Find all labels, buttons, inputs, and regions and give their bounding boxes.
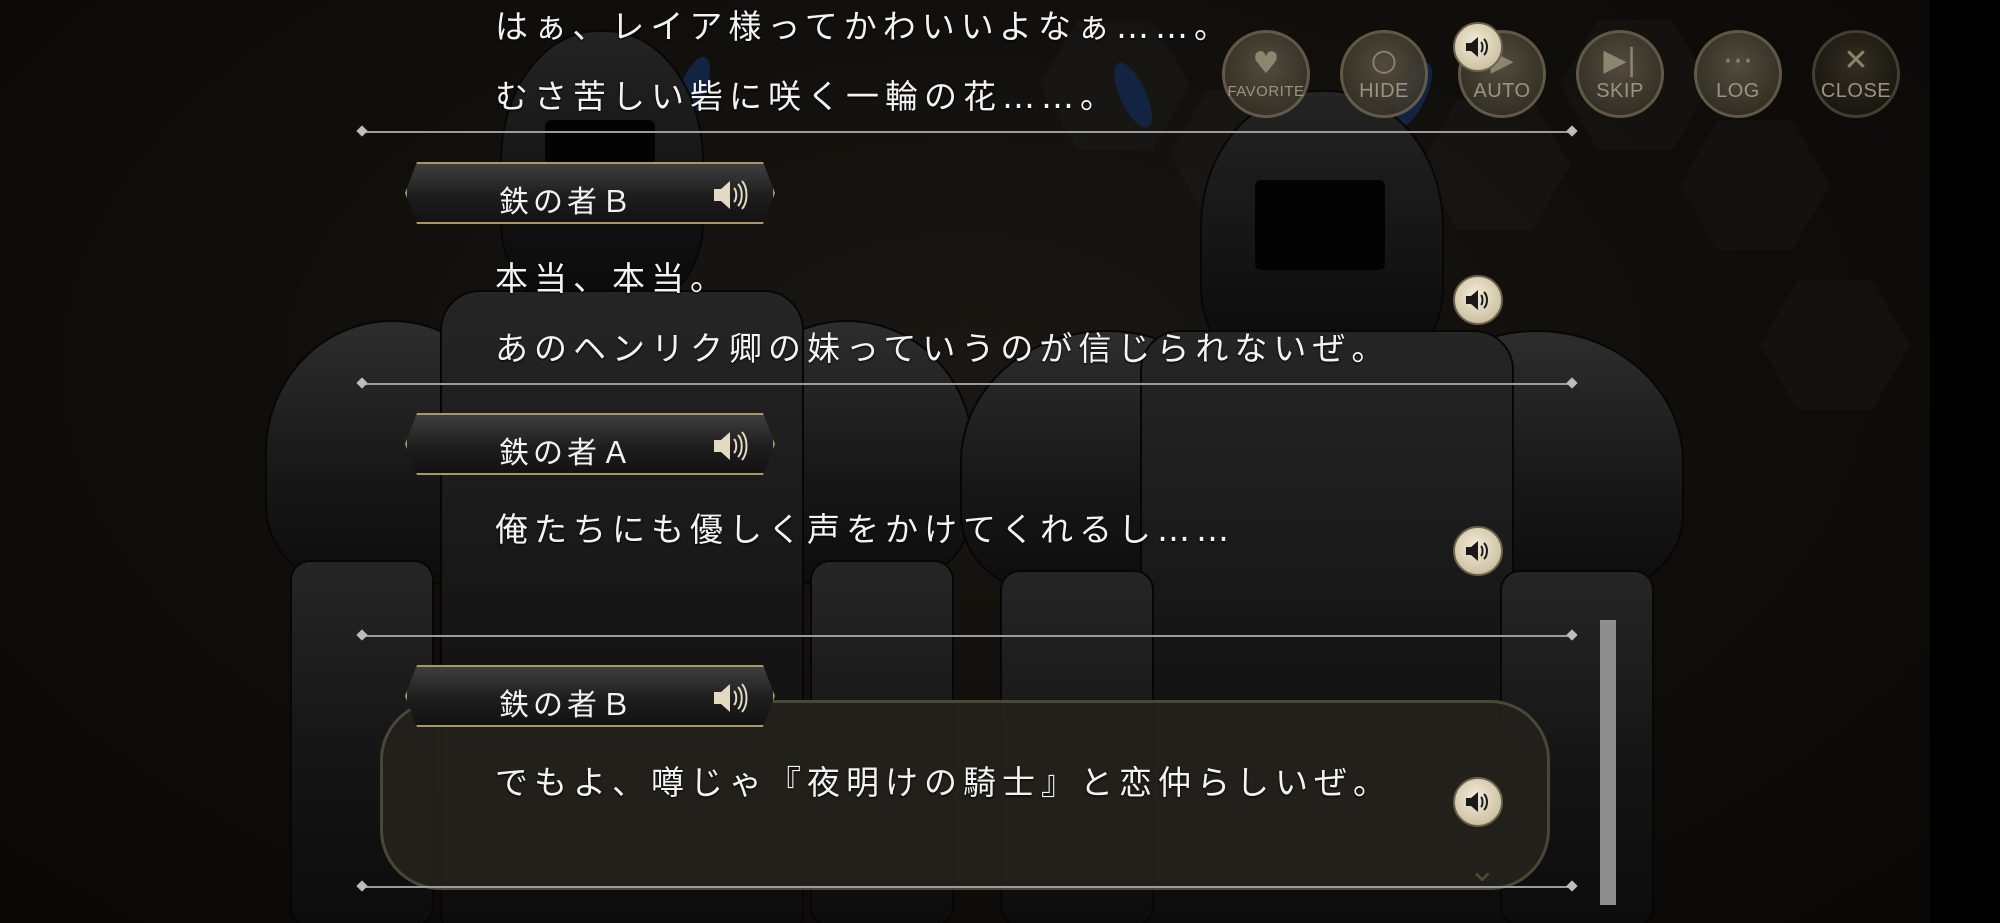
voice-play-button[interactable]: [1453, 22, 1503, 72]
log-divider: [362, 886, 1572, 888]
speaker-nameplate: 鉄の者Ａ: [405, 413, 775, 475]
log-line: はぁ、レイア様ってかわいいよなぁ……。: [495, 7, 1234, 46]
voice-play-button[interactable]: [1453, 275, 1503, 325]
log-divider: [362, 131, 1572, 133]
skip-label: SKIP: [1596, 79, 1644, 102]
speech-bubble-icon: ⋯: [1723, 42, 1753, 78]
speaker-icon: [712, 428, 748, 464]
hide-label: HIDE: [1359, 79, 1409, 102]
favorite-button[interactable]: ♥ FAVORITE: [1222, 30, 1310, 118]
eye-slash-icon: ○: [1370, 42, 1398, 78]
game-scene: ♥ FAVORITE ○ HIDE ▶ AUTO ▶| SKIP ⋯ LOG ✕…: [0, 0, 1930, 923]
speaker-icon: [712, 680, 748, 716]
skip-button[interactable]: ▶| SKIP: [1576, 30, 1664, 118]
speaker-nameplate: 鉄の者Ｂ: [405, 665, 775, 727]
log-line: でもよ、噂じゃ『夜明けの騎士』と恋仲らしいぜ。: [495, 763, 1392, 802]
top-toolbar: ♥ FAVORITE ○ HIDE ▶ AUTO ▶| SKIP ⋯ LOG ✕…: [1222, 30, 1900, 118]
log-line: むさ苦しい砦に咲く一輪の花……。: [495, 77, 1119, 116]
heart-icon: ♥: [1252, 45, 1280, 81]
chevron-down-icon: ⌄: [1468, 850, 1497, 890]
log-divider: [362, 383, 1572, 385]
skip-icon: ▶|: [1603, 42, 1637, 78]
log-scrollbar[interactable]: [1600, 620, 1616, 905]
speaker-icon: [1466, 37, 1488, 57]
voice-play-button[interactable]: [1453, 777, 1503, 827]
close-label: CLOSE: [1820, 79, 1892, 102]
log-line: あのヘンリク卿の妹っていうのが信じられないぜ。: [495, 329, 1391, 368]
log-button[interactable]: ⋯ LOG: [1694, 30, 1782, 118]
speaker-nameplate: 鉄の者Ｂ: [405, 162, 775, 224]
favorite-label: FAVORITE: [1227, 82, 1305, 100]
log-label: LOG: [1716, 79, 1760, 102]
voice-play-button[interactable]: [1453, 526, 1503, 576]
speaker-name: 鉄の者Ｂ: [499, 688, 635, 723]
log-divider: [362, 635, 1572, 637]
speaker-name: 鉄の者Ｂ: [499, 185, 635, 220]
log-line: 俺たちにも優しく声をかけてくれるし……: [495, 510, 1236, 549]
log-line: 本当、本当。: [495, 259, 729, 298]
hide-button[interactable]: ○ HIDE: [1340, 30, 1428, 118]
speaker-icon: [1466, 792, 1488, 812]
close-button[interactable]: ✕ CLOSE: [1812, 30, 1900, 118]
speaker-icon: [712, 177, 748, 213]
close-icon: ✕: [1843, 42, 1869, 78]
auto-label: AUTO: [1473, 79, 1531, 102]
speaker-icon: [1466, 290, 1488, 310]
speaker-icon: [1466, 541, 1488, 561]
speaker-name: 鉄の者Ａ: [499, 436, 635, 471]
